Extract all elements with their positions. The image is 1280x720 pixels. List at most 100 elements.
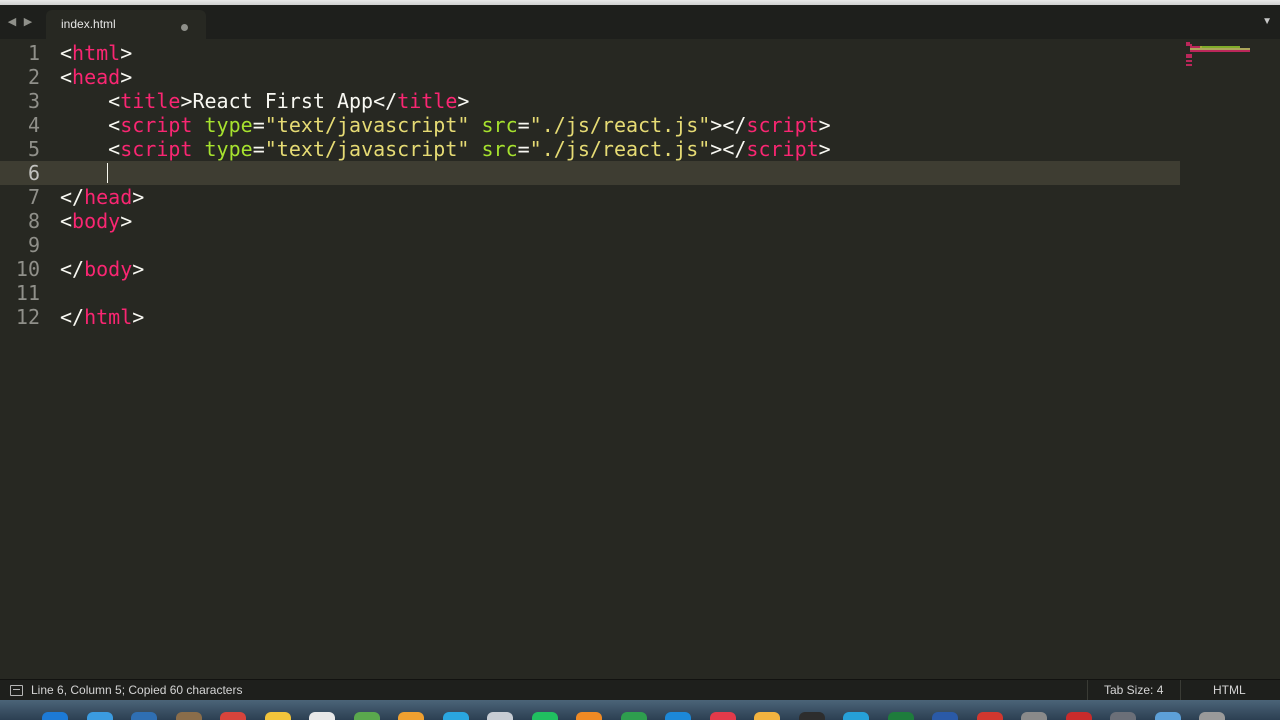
code-content[interactable]: <title>React First App</title> <box>60 89 469 113</box>
code-line[interactable]: 9 <box>0 233 1180 257</box>
code-text: </ <box>60 185 85 209</box>
code-content[interactable]: <body> <box>60 209 132 233</box>
tag-name: head <box>72 65 121 89</box>
string-value: "./js/react.js" <box>529 113 711 137</box>
minimap-stroke <box>1186 60 1192 62</box>
tag-name: script <box>120 113 193 137</box>
minimap-stroke <box>1186 64 1192 66</box>
dock-app-icon[interactable] <box>754 712 780 720</box>
dock-app-icon[interactable] <box>976 712 1003 720</box>
line-number: 7 <box>27 185 40 209</box>
unsaved-dot-icon[interactable] <box>181 24 188 31</box>
code-text: > <box>132 185 145 209</box>
status-bar: Line 6, Column 5; Copied 60 characters T… <box>0 679 1280 701</box>
tab-size-selector[interactable]: Tab Size: 4 <box>1104 683 1163 697</box>
dock-app-icon[interactable] <box>353 712 380 720</box>
code-line[interactable]: 3 <title>React First App</title> <box>0 89 1180 113</box>
line-number: 1 <box>27 41 40 65</box>
code-text: = <box>252 113 265 137</box>
line-number: 3 <box>27 89 40 113</box>
dock-app-icon[interactable] <box>86 712 113 720</box>
line-number: 4 <box>27 113 40 137</box>
dock-app-icon[interactable] <box>620 712 647 720</box>
code-text: > <box>120 209 133 233</box>
code-line[interactable]: 12 </html> <box>0 305 1180 329</box>
dock-app-icon[interactable] <box>665 712 691 720</box>
dock-app-icon[interactable] <box>1199 712 1225 720</box>
tab-forward-arrow-icon[interactable]: ▶ <box>21 15 35 29</box>
line-number: 11 <box>15 281 40 305</box>
minimap[interactable] <box>1186 42 1254 66</box>
tag-name: script <box>746 113 819 137</box>
code-text: < <box>60 209 73 233</box>
console-panel-icon[interactable] <box>10 685 23 696</box>
attribute-name: type <box>204 137 253 161</box>
dock-app-icon[interactable] <box>442 712 469 720</box>
dock-app-icon[interactable] <box>1021 712 1047 720</box>
dock-app-icon[interactable] <box>843 712 869 720</box>
status-divider <box>1087 680 1088 701</box>
dock-app-icon[interactable] <box>1065 712 1092 720</box>
code-content[interactable]: <script type="text/javascript" src="./js… <box>60 113 831 137</box>
code-text: > <box>120 65 133 89</box>
text-cursor <box>107 163 108 183</box>
dock-app-icon[interactable] <box>887 712 914 720</box>
tag-name: title <box>120 89 181 113</box>
code-text: = <box>252 137 265 161</box>
dock-app-icon[interactable] <box>932 712 958 720</box>
dock-app-icon[interactable] <box>1154 712 1181 720</box>
tag-name: html <box>72 41 121 65</box>
string-value: "text/javascript" <box>264 137 470 161</box>
code-line[interactable]: 4 <script type="text/javascript" src="./… <box>0 113 1180 137</box>
code-content[interactable]: <head> <box>60 65 132 89</box>
code-text: < <box>60 137 121 161</box>
line-number: 2 <box>27 65 40 89</box>
dock-app-icon[interactable] <box>398 712 424 720</box>
code-line[interactable]: 6 <box>0 161 1180 185</box>
code-line[interactable]: 10 </body> <box>0 257 1180 281</box>
dock-app-icon[interactable] <box>487 712 513 720</box>
code-text: < <box>60 65 73 89</box>
code-editor[interactable]: 1 <html> 2 <head> 3 <title>React First App</… <box>0 39 1280 679</box>
attribute-name: type <box>204 113 253 137</box>
tag-name: head <box>84 185 133 209</box>
code-line[interactable]: 7 </head> <box>0 185 1180 209</box>
tab-list-dropdown-icon[interactable]: ▼ <box>1262 16 1272 27</box>
code-line[interactable]: 8 <body> <box>0 209 1180 233</box>
code-text: > <box>818 137 831 161</box>
dock <box>0 700 1280 720</box>
status-divider <box>1180 680 1181 701</box>
dock-app-icon[interactable] <box>1110 712 1136 720</box>
code-content[interactable]: <script type="text/javascript" src="./js… <box>60 137 831 161</box>
syntax-selector[interactable]: HTML <box>1213 683 1246 697</box>
code-line[interactable]: 5 <script type="text/javascript" src="./… <box>0 137 1180 161</box>
tab-bar: ◀ ▶ index.html ▼ <box>0 5 1280 39</box>
dock-app-icon[interactable] <box>175 712 202 720</box>
dock-app-icon[interactable] <box>264 712 291 720</box>
code-content[interactable]: </head> <box>60 185 144 209</box>
dock-app-icon[interactable] <box>220 712 246 720</box>
code-line[interactable]: 2 <head> <box>0 65 1180 89</box>
dock-app-icon[interactable] <box>309 712 335 720</box>
code-line[interactable]: 11 <box>0 281 1180 305</box>
dock-app-icon[interactable] <box>531 712 558 720</box>
code-text: > <box>120 41 133 65</box>
code-text: ></ <box>710 113 747 137</box>
minimap-stroke <box>1186 56 1192 58</box>
code-line[interactable]: 1 <html> <box>0 41 1180 65</box>
dock-app-icon[interactable] <box>42 712 68 720</box>
dock-app-icon[interactable] <box>576 712 602 720</box>
code-content[interactable]: <html> <box>60 41 132 65</box>
tab-index-html[interactable]: index.html <box>46 10 206 39</box>
code-text: </ <box>60 257 85 281</box>
code-content[interactable]: </html> <box>60 305 144 329</box>
code-text: > <box>132 305 145 329</box>
code-text: < <box>60 89 121 113</box>
tab-back-arrow-icon[interactable]: ◀ <box>5 15 19 29</box>
dock-app-icon[interactable] <box>798 712 825 720</box>
dock-app-icon[interactable] <box>131 712 157 720</box>
code-content[interactable]: </body> <box>60 257 144 281</box>
tab-title: index.html <box>61 17 116 31</box>
dock-app-icon[interactable] <box>709 712 736 720</box>
